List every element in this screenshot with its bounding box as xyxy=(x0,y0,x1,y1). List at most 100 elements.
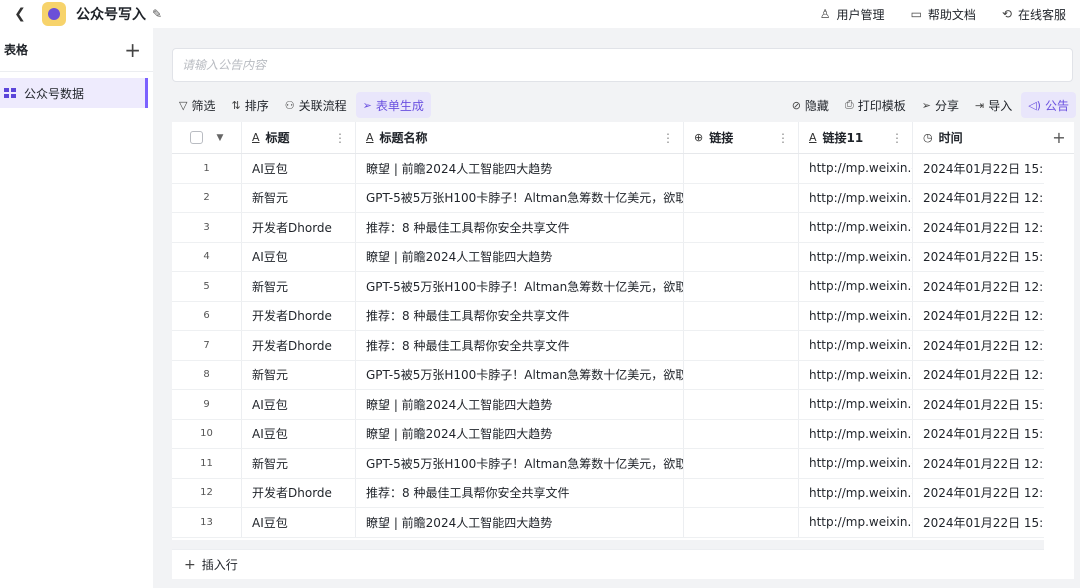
column-header-title-name[interactable]: A 标题名称 ⋮ xyxy=(356,122,684,153)
cell-title[interactable]: 新智元 xyxy=(242,183,356,212)
cell-title-name[interactable]: GPT-5被5万张H100卡脖子！Altman急筹数十亿美元，欲取代英 xyxy=(356,360,684,389)
cell-title[interactable]: AI豆包 xyxy=(242,508,356,537)
column-header-link[interactable]: ⊕ 链接 ⋮ xyxy=(684,122,799,153)
add-table-icon[interactable]: + xyxy=(124,40,141,60)
cell-time[interactable]: 2024年01月22日 12:0 xyxy=(913,302,1044,331)
cell-link11[interactable]: http://mp.weixin.qq xyxy=(799,331,913,360)
cell-link[interactable] xyxy=(684,449,799,478)
cell-link[interactable] xyxy=(684,301,799,330)
cell-link[interactable] xyxy=(684,478,799,507)
cell-time[interactable]: 2024年01月22日 12:0 xyxy=(913,479,1044,508)
cell-title[interactable]: AI豆包 xyxy=(242,390,356,419)
cell-time[interactable]: 2024年01月22日 15:0 xyxy=(913,420,1044,449)
cell-title[interactable]: AI豆包 xyxy=(242,419,356,448)
cell-title[interactable]: 开发者Dhorde xyxy=(242,213,356,242)
table-row[interactable]: 12 开发者Dhorde 推荐：8 种最佳工具帮你安全共享文件 http://mp.w… xyxy=(172,478,1044,508)
cell-link[interactable] xyxy=(684,508,799,537)
cell-title-name[interactable]: 瞭望 | 前瞻2024人工智能四大趋势 xyxy=(356,154,684,183)
table-row[interactable]: 13 AI豆包 瞭望 | 前瞻2024人工智能四大趋势 http://mp.weixi… xyxy=(172,508,1044,538)
cell-title-name[interactable]: 瞭望 | 前瞻2024人工智能四大趋势 xyxy=(356,242,684,271)
table-row[interactable]: 4 AI豆包 瞭望 | 前瞻2024人工智能四大趋势 http://mp.weixin… xyxy=(172,242,1044,272)
cell-title-name[interactable]: 推荐：8 种最佳工具帮你安全共享文件 xyxy=(356,478,684,507)
cell-link11[interactable]: http://mp.weixin.qq xyxy=(799,508,913,537)
cell-link[interactable] xyxy=(684,390,799,419)
more-icon[interactable]: ⋮ xyxy=(334,131,346,145)
cell-link[interactable] xyxy=(684,419,799,448)
column-header-time[interactable]: ◷ 时间 xyxy=(913,122,1044,153)
cell-time[interactable]: 2024年01月22日 15:0 xyxy=(913,390,1044,419)
cell-link11[interactable]: http://mp.weixin.qq xyxy=(799,419,913,448)
toolbar-button-sort[interactable]: ⇅ 排序 xyxy=(224,92,275,118)
more-icon[interactable]: ⋮ xyxy=(891,131,903,145)
cell-title[interactable]: 新智元 xyxy=(242,272,356,301)
announcement-input[interactable] xyxy=(182,58,1072,72)
more-icon[interactable]: ⋮ xyxy=(662,131,674,145)
table-row[interactable]: 9 AI豆包 瞭望 | 前瞻2024人工智能四大趋势 http://mp.weixin… xyxy=(172,390,1044,420)
cell-time[interactable]: 2024年01月22日 12:5 xyxy=(913,272,1044,301)
more-icon[interactable]: ⋮ xyxy=(777,131,789,145)
cell-time[interactable]: 2024年01月22日 12:5 xyxy=(913,361,1044,390)
cell-link[interactable] xyxy=(684,242,799,271)
top-action-book[interactable]: ▭ 帮助文档 xyxy=(911,6,976,23)
cell-link[interactable] xyxy=(684,360,799,389)
cell-title-name[interactable]: 推荐：8 种最佳工具帮你安全共享文件 xyxy=(356,301,684,330)
cell-time[interactable]: 2024年01月22日 15:0 xyxy=(913,508,1044,537)
cell-title-name[interactable]: 瞭望 | 前瞻2024人工智能四大趋势 xyxy=(356,508,684,537)
column-header-title[interactable]: A 标题 ⋮ xyxy=(242,122,356,153)
toolbar-button-import[interactable]: ⇥ 导入 xyxy=(968,92,1019,118)
cell-time[interactable]: 2024年01月22日 15:0 xyxy=(913,243,1044,272)
table-row[interactable]: 2 新智元 GPT-5被5万张H100卡脖子！Altman急筹数十亿美元，欲取代英 h… xyxy=(172,183,1044,213)
cell-title[interactable]: 开发者Dhorde xyxy=(242,331,356,360)
cell-title-name[interactable]: GPT-5被5万张H100卡脖子！Altman急筹数十亿美元，欲取代英 xyxy=(356,449,684,478)
cell-link[interactable] xyxy=(684,331,799,360)
cell-link11[interactable]: http://mp.weixin.qq xyxy=(799,301,913,330)
cell-link11[interactable]: http://mp.weixin.qq xyxy=(799,478,913,507)
table-row[interactable]: 10 AI豆包 瞭望 | 前瞻2024人工智能四大趋势 http://mp.weixi… xyxy=(172,419,1044,449)
cell-time[interactable]: 2024年01月22日 15:0 xyxy=(913,154,1044,183)
cell-title[interactable]: 新智元 xyxy=(242,449,356,478)
cell-title-name[interactable]: GPT-5被5万张H100卡脖子！Altman急筹数十亿美元，欲取代英 xyxy=(356,183,684,212)
column-header-link11[interactable]: A 链接11 ⋮ xyxy=(799,122,913,153)
table-row[interactable]: 3 开发者Dhorde 推荐：8 种最佳工具帮你安全共享文件 http://mp.we… xyxy=(172,213,1044,243)
pencil-icon[interactable]: ✎ xyxy=(152,7,162,21)
toolbar-button-share[interactable]: ➢ 分享 xyxy=(915,92,966,118)
cell-link[interactable] xyxy=(684,213,799,242)
cell-time[interactable]: 2024年01月22日 12:0 xyxy=(913,213,1044,242)
cell-title-name[interactable]: 推荐：8 种最佳工具帮你安全共享文件 xyxy=(356,213,684,242)
cell-link11[interactable]: http://mp.weixin.qq xyxy=(799,154,913,183)
cell-time[interactable]: 2024年01月22日 12:0 xyxy=(913,331,1044,360)
toolbar-button-announcement[interactable]: ◁) 公告 xyxy=(1021,92,1076,118)
cell-title[interactable]: AI豆包 xyxy=(242,154,356,183)
top-action-user[interactable]: ♙ 用户管理 xyxy=(820,6,885,23)
select-all-checkbox[interactable] xyxy=(189,131,203,144)
cell-title[interactable]: 开发者Dhorde xyxy=(242,478,356,507)
cell-title-name[interactable]: 推荐：8 种最佳工具帮你安全共享文件 xyxy=(356,331,684,360)
cell-title[interactable]: 新智元 xyxy=(242,360,356,389)
cell-time[interactable]: 2024年01月22日 12:5 xyxy=(913,184,1044,213)
chevron-left-icon[interactable]: ❮ xyxy=(0,6,40,22)
cell-title-name[interactable]: 瞭望 | 前瞻2024人工智能四大趋势 xyxy=(356,419,684,448)
cell-link[interactable] xyxy=(684,183,799,212)
cell-link11[interactable]: http://mp.weixin.qq xyxy=(799,272,913,301)
cell-link11[interactable]: http://mp.weixin.qq xyxy=(799,390,913,419)
table-row[interactable]: 7 开发者Dhorde 推荐：8 种最佳工具帮你安全共享文件 http://mp.we… xyxy=(172,331,1044,361)
sidebar-item-public-data[interactable]: 公众号数据 xyxy=(0,78,148,108)
toolbar-button-printer[interactable]: ⎙ 打印模板 xyxy=(838,92,913,118)
cell-title-name[interactable]: GPT-5被5万张H100卡脖子！Altman急筹数十亿美元，欲取代英 xyxy=(356,272,684,301)
cell-link11[interactable]: http://mp.weixin.qq xyxy=(799,242,913,271)
toolbar-button-filter[interactable]: ▽ 筛选 xyxy=(172,92,222,118)
add-column-button[interactable]: + xyxy=(1044,122,1074,154)
table-row[interactable]: 5 新智元 GPT-5被5万张H100卡脖子！Altman急筹数十亿美元，欲取代英 h… xyxy=(172,272,1044,302)
table-row[interactable]: 8 新智元 GPT-5被5万张H100卡脖子！Altman急筹数十亿美元，欲取代英 h… xyxy=(172,360,1044,390)
cell-title[interactable]: 开发者Dhorde xyxy=(242,301,356,330)
insert-row-button[interactable]: + 插入行 xyxy=(172,549,1044,579)
cell-link11[interactable]: http://mp.weixin.qq xyxy=(799,183,913,212)
cell-title-name[interactable]: 瞭望 | 前瞻2024人工智能四大趋势 xyxy=(356,390,684,419)
table-row[interactable]: 6 开发者Dhorde 推荐：8 种最佳工具帮你安全共享文件 http://mp.we… xyxy=(172,301,1044,331)
top-action-headset[interactable]: ⟲ 在线客服 xyxy=(1002,6,1066,23)
cell-link[interactable] xyxy=(684,272,799,301)
chevron-down-icon[interactable]: ▼ xyxy=(217,133,224,143)
cell-title[interactable]: AI豆包 xyxy=(242,242,356,271)
cell-link11[interactable]: http://mp.weixin.qq xyxy=(799,213,913,242)
table-row[interactable]: 11 新智元 GPT-5被5万张H100卡脖子！Altman急筹数十亿美元，欲取代英… xyxy=(172,449,1044,479)
